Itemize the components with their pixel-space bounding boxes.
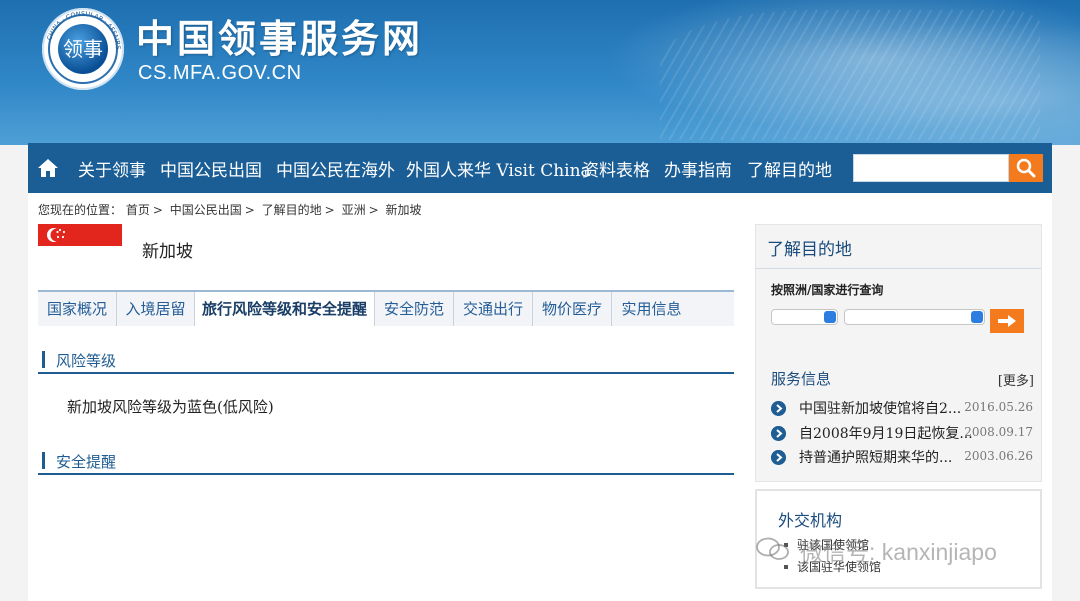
service-more-link[interactable]: [更多] [998,370,1034,389]
nav-item-guide[interactable]: 办事指南 [664,156,732,181]
nav-item-forms[interactable]: 资料表格 [582,156,650,181]
consular-logo[interactable]: CHINA · CONSULAR · AFFAIRS 领事 [42,8,124,90]
tab-prices-medical[interactable]: 物价医疗 [533,292,612,326]
nav-item-citizens-abroad[interactable]: 中国公民出国 [160,156,262,181]
nav-item-about[interactable]: 关于领事 [78,156,146,181]
panel-divider [756,268,1041,269]
wechat-icon [756,537,789,560]
main-nav: 关于领事 中国公民出国 中国公民在海外 外国人来华 Visit China 资料… [28,143,1052,193]
breadcrumb-citizens-abroad[interactable]: 中国公民出国 [170,203,242,217]
query-label: 按照洲/国家进行查询 [771,283,884,297]
news-title[interactable]: 自2008年9月19日起恢复... [799,423,973,443]
diplomatic-title: 外交机构 [778,511,843,530]
news-title[interactable]: 中国驻新加坡使馆将自2... [799,398,961,418]
site-url: CS.MFA.GOV.CN [138,62,302,84]
tab-overview[interactable]: 国家概况 [38,292,117,326]
breadcrumb-singapore: 新加坡 [385,203,422,217]
breadcrumb-destinations[interactable]: 了解目的地 [262,203,322,217]
breadcrumb-prefix: 您现在的位置： [38,203,123,217]
country-select[interactable] [844,309,985,325]
safety-heading: 安全提醒 [38,449,734,475]
nav-item-visit-china[interactable]: 外国人来华 Visit China [406,156,591,181]
great-wall-texture [660,10,1040,140]
news-date: 2016.05.26 [964,400,1033,414]
arrow-right-icon [998,315,1016,327]
search-button[interactable] [1009,154,1043,182]
site-header: CHINA · CONSULAR · AFFAIRS 领事 中国领事服务网 CS… [0,0,1080,145]
chevron-right-circle-icon [771,401,786,416]
tab-entry[interactable]: 入境居留 [117,292,195,326]
country-tabs: 国家概况 入境居留 旅行风险等级和安全提醒 安全防范 交通出行 物价医疗 实用信… [38,290,734,326]
news-item[interactable]: 自2008年9月19日起恢复... 2008.09.17 [771,423,1033,443]
home-icon[interactable] [36,157,60,179]
destination-title: 了解目的地 [767,240,852,260]
tab-transport[interactable]: 交通出行 [454,292,533,326]
site-title: 中国领事服务网 [136,16,424,61]
search-icon [1016,158,1036,178]
breadcrumb-asia[interactable]: 亚洲 [342,203,366,217]
tab-practical-info[interactable]: 实用信息 [612,292,691,326]
news-item[interactable]: 持普通护照短期来华的... 2003.06.26 [771,447,1033,467]
singapore-flag-icon [38,224,122,246]
risk-level-heading: 风险等级 [38,348,734,374]
service-info-title: 服务信息 [771,370,832,388]
chevron-right-circle-icon [771,450,786,465]
heading-bar [42,452,45,469]
heading-bar [42,351,45,368]
nav-item-citizens-overseas[interactable]: 中国公民在海外 [276,156,395,181]
breadcrumb: 您现在的位置： 首页 > 中国公民出国 > 了解目的地 > 亚洲 > 新加坡 [38,203,422,217]
chevron-right-circle-icon [771,426,786,441]
chevron-down-icon [824,311,836,323]
search-input[interactable] [853,154,1009,182]
query-go-button[interactable] [990,309,1024,333]
news-date: 2003.06.26 [964,449,1033,463]
tab-security[interactable]: 安全防范 [375,292,454,326]
bullet-icon [784,565,788,569]
tab-travel-risk[interactable]: 旅行风险等级和安全提醒 [195,292,375,326]
news-date: 2008.09.17 [964,425,1033,439]
risk-level-title: 风险等级 [56,352,117,370]
watermark-text: 微信号: kanxinjiapo [800,539,997,565]
country-name: 新加坡 [142,242,193,262]
nav-item-destinations[interactable]: 了解目的地 [747,156,832,181]
news-item[interactable]: 中国驻新加坡使馆将自2... 2016.05.26 [771,398,1033,418]
destination-panel: 了解目的地 按照洲/国家进行查询 服务信息 [更多] 中国驻新加坡使馆将自2..… [755,224,1042,482]
safety-title: 安全提醒 [56,453,117,471]
news-title[interactable]: 持普通护照短期来华的... [799,447,952,467]
breadcrumb-home[interactable]: 首页 [126,203,150,217]
risk-level-text: 新加坡风险等级为蓝色(低风险) [67,398,274,416]
continent-select[interactable] [771,309,838,325]
logo-center: 领事 [58,24,108,74]
chevron-down-icon [971,311,983,323]
